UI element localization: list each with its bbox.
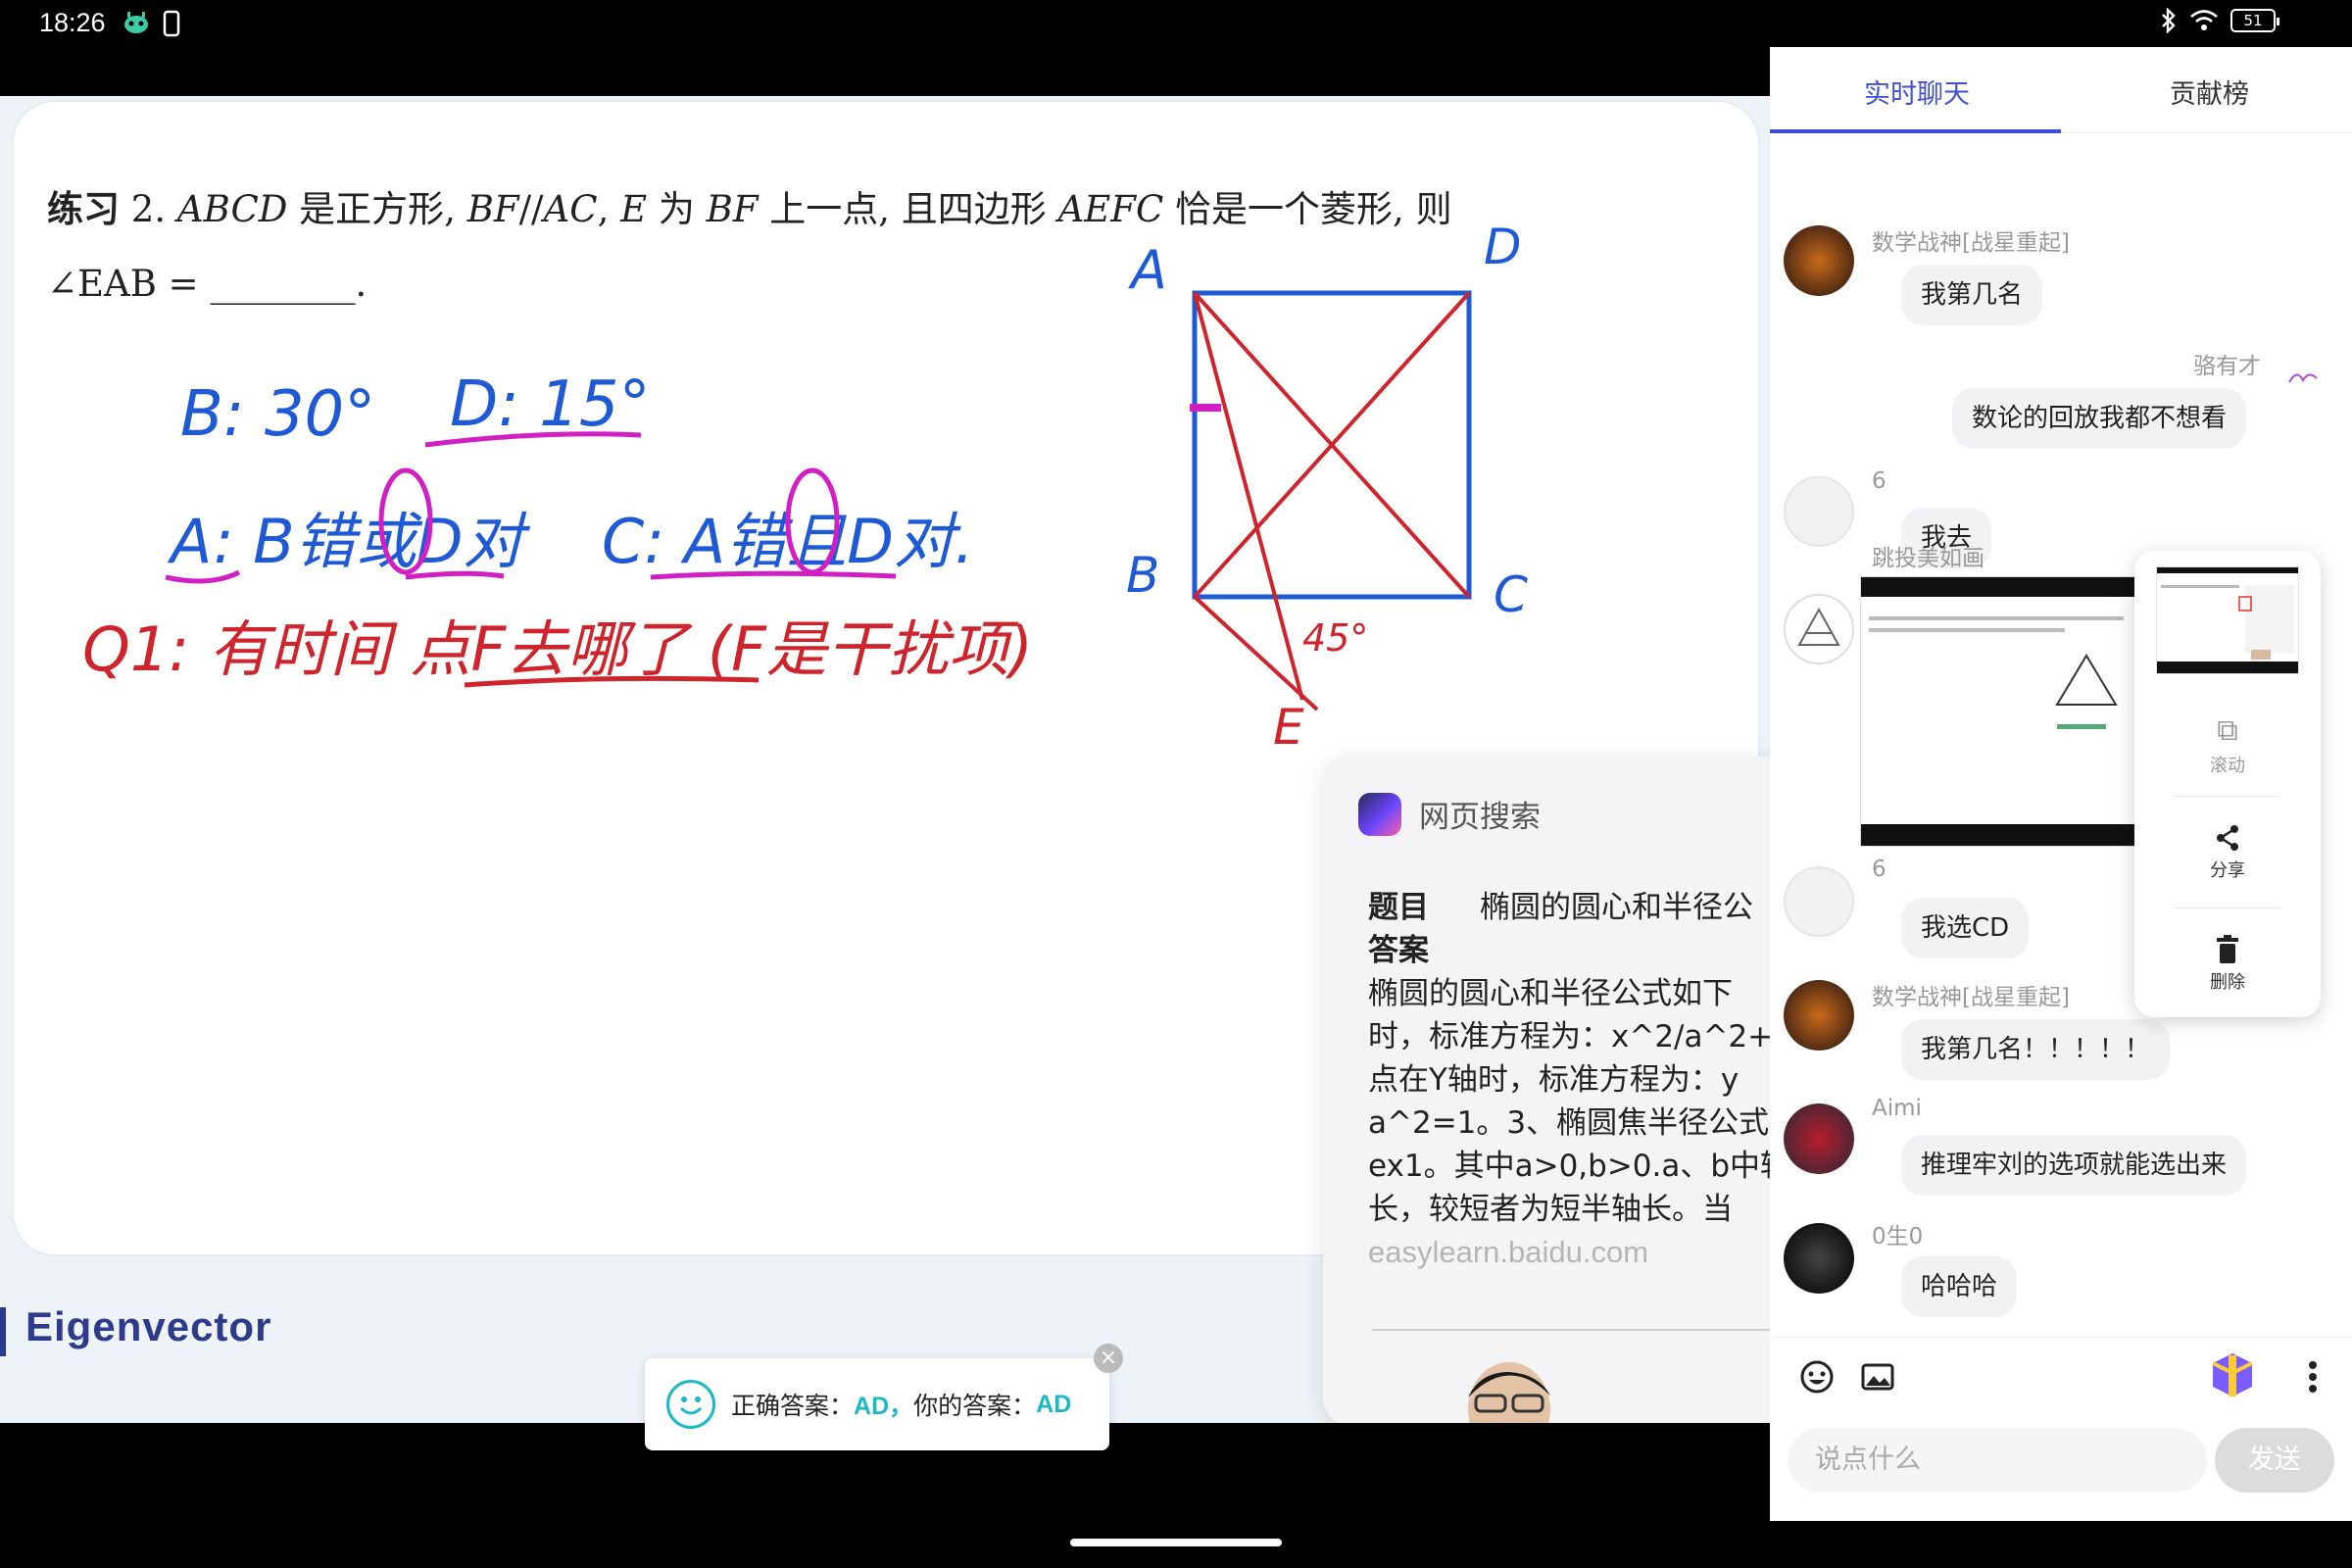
- device-icon: [163, 10, 180, 37]
- brand-mark: [0, 1307, 6, 1356]
- note-b: B: 30°: [180, 378, 375, 451]
- username[interactable]: 数学战神[战星重起]: [1872, 978, 2070, 1011]
- message-bubble[interactable]: 数论的回放我都不想看: [1951, 388, 2246, 449]
- answer-line: 长，较短者为短半轴长。当: [1368, 1192, 1733, 1227]
- note-a: A: B错或D对: [167, 506, 530, 577]
- avatar[interactable]: [1784, 1223, 1854, 1294]
- avatar[interactable]: [1784, 1103, 1854, 1174]
- avatar[interactable]: [1784, 225, 1854, 296]
- tab-live-chat[interactable]: 实时聊天: [1864, 73, 1970, 111]
- battery-icon: 51: [2230, 9, 2279, 32]
- delete-button[interactable]: 删除: [2134, 935, 2321, 994]
- answer-toast: 正确答案： AD， 你的答案： AD: [645, 1358, 1109, 1450]
- username[interactable]: 骆有才: [2193, 347, 2261, 380]
- username[interactable]: 0生0: [1872, 1217, 1923, 1250]
- username[interactable]: 6: [1872, 857, 1886, 882]
- chat-tabs: 实时聊天 贡献榜: [1770, 47, 2352, 133]
- answer-line: a^2=1。3、椭圆焦半径公式: [1368, 1105, 1770, 1141]
- message-bubble[interactable]: 推理牢刘的选项就能选出来: [1901, 1135, 2247, 1196]
- gift-icon[interactable]: [2209, 1349, 2256, 1400]
- lesson-video[interactable]: 练习 2. ABCD 是正方形, BF//AC, E 为 BF 上一点, 且四边…: [0, 96, 1770, 1423]
- scroll-label: 滚动: [2210, 756, 2245, 776]
- your-answer-label: 你的答案：: [913, 1392, 1037, 1420]
- your-answer-value: AD: [1036, 1390, 1072, 1418]
- tab-contribution-ranking[interactable]: 贡献榜: [2170, 73, 2249, 111]
- scroll-screenshot-button[interactable]: ⧉ 滚动: [2134, 713, 2321, 777]
- teacher-camera: [1468, 1362, 1550, 1423]
- wifi-icon: [2190, 10, 2218, 30]
- avatar[interactable]: [1784, 866, 1854, 937]
- topic-text: 椭圆的圆心和半径公: [1480, 890, 1753, 925]
- user-badge-icon: [2288, 373, 2318, 383]
- label-d: D: [1484, 219, 1522, 275]
- active-tab-indicator: [1770, 129, 2061, 133]
- answer-line: 点在Y轴时，标准方程为：y: [1368, 1062, 1740, 1098]
- home-indicator[interactable]: [1070, 1539, 1282, 1546]
- share-label: 分享: [2210, 860, 2245, 881]
- label-e: E: [1273, 699, 1304, 756]
- brand-logo: Eigenvector: [25, 1303, 272, 1349]
- web-search-header: 网页搜索: [1358, 792, 1541, 836]
- search-app-icon: [1358, 792, 1401, 836]
- answer-label: 答案: [1368, 933, 1429, 968]
- divider: [1372, 1329, 1770, 1331]
- web-search-card[interactable]: 网页搜索 题目 椭圆的圆心和半径公 答案 椭圆的圆心和半径公式如下 时，标准方程为…: [1323, 757, 1770, 1423]
- divider: [2176, 907, 2279, 908]
- message-bubble[interactable]: 我第几名: [1901, 265, 2043, 325]
- username[interactable]: 跳投美如画: [1872, 539, 1984, 572]
- share-button[interactable]: 分享: [2134, 823, 2321, 882]
- chat-input-bar: 说点什么 发送: [1770, 1337, 2352, 1521]
- send-button[interactable]: 发送: [2215, 1428, 2334, 1493]
- label-c: C: [1494, 566, 1528, 623]
- status-bar: 18:26 51: [0, 0, 2352, 49]
- message-bubble[interactable]: 哈哈哈: [1901, 1256, 2018, 1317]
- screenshot-menu: ⧉ 滚动 分享 删除: [2134, 551, 2321, 1017]
- answer-line: 时，标准方程为：x^2/a^2+: [1368, 1019, 1770, 1054]
- username[interactable]: 数学战神[战星重起]: [1872, 223, 2070, 257]
- emoji-icon[interactable]: [1799, 1359, 1835, 1395]
- correct-answer-label: 正确答案：: [731, 1392, 855, 1420]
- more-icon[interactable]: [2307, 1359, 2319, 1395]
- result-source-link[interactable]: easylearn.baidu.com: [1368, 1231, 1770, 1274]
- delete-label: 删除: [2210, 972, 2245, 993]
- divider: [2176, 796, 2279, 797]
- label-b: B: [1126, 547, 1159, 604]
- smile-icon: [666, 1380, 715, 1429]
- avatar[interactable]: [1784, 980, 1854, 1051]
- answer-line: ex1。其中a>0,b>0.a、b中较: [1368, 1149, 1770, 1184]
- message-bubble[interactable]: 我选CD: [1901, 898, 2030, 958]
- image-icon[interactable]: [1860, 1359, 1895, 1395]
- trash-icon: [2217, 935, 2238, 963]
- app-notification-icon: [124, 12, 148, 33]
- note-d: D: 15°: [450, 368, 651, 441]
- bluetooth-icon: [2162, 8, 2176, 33]
- avatar[interactable]: [1784, 476, 1854, 547]
- web-search-title: 网页搜索: [1419, 800, 1541, 835]
- chat-input[interactable]: 说点什么: [1788, 1428, 2207, 1493]
- close-toast-button[interactable]: ×: [1094, 1344, 1123, 1373]
- note-q1: Q1: 有时间 点F去哪了 (F是干扰项): [82, 613, 1033, 685]
- share-icon: [2217, 825, 2238, 851]
- username[interactable]: Aimi: [1872, 1096, 1922, 1121]
- web-search-result[interactable]: 题目 椭圆的圆心和半径公 答案 椭圆的圆心和半径公式如下 时，标准方程为：x^2/…: [1368, 886, 1770, 1274]
- message-bubble[interactable]: 我第几名！！！！！: [1901, 1019, 2171, 1080]
- label-a: A: [1128, 239, 1167, 301]
- correct-answer-value: AD，: [854, 1393, 914, 1420]
- screenshot-preview[interactable]: [2156, 566, 2299, 674]
- shared-image[interactable]: [1860, 576, 2144, 847]
- clock: 18:26: [39, 8, 106, 37]
- topic-label: 题目: [1368, 890, 1429, 925]
- answer-line: 椭圆的圆心和半径公式如下: [1368, 976, 1733, 1011]
- username[interactable]: 6: [1872, 468, 1886, 494]
- avatar[interactable]: [1784, 594, 1854, 664]
- label-45: 45°: [1302, 616, 1368, 660]
